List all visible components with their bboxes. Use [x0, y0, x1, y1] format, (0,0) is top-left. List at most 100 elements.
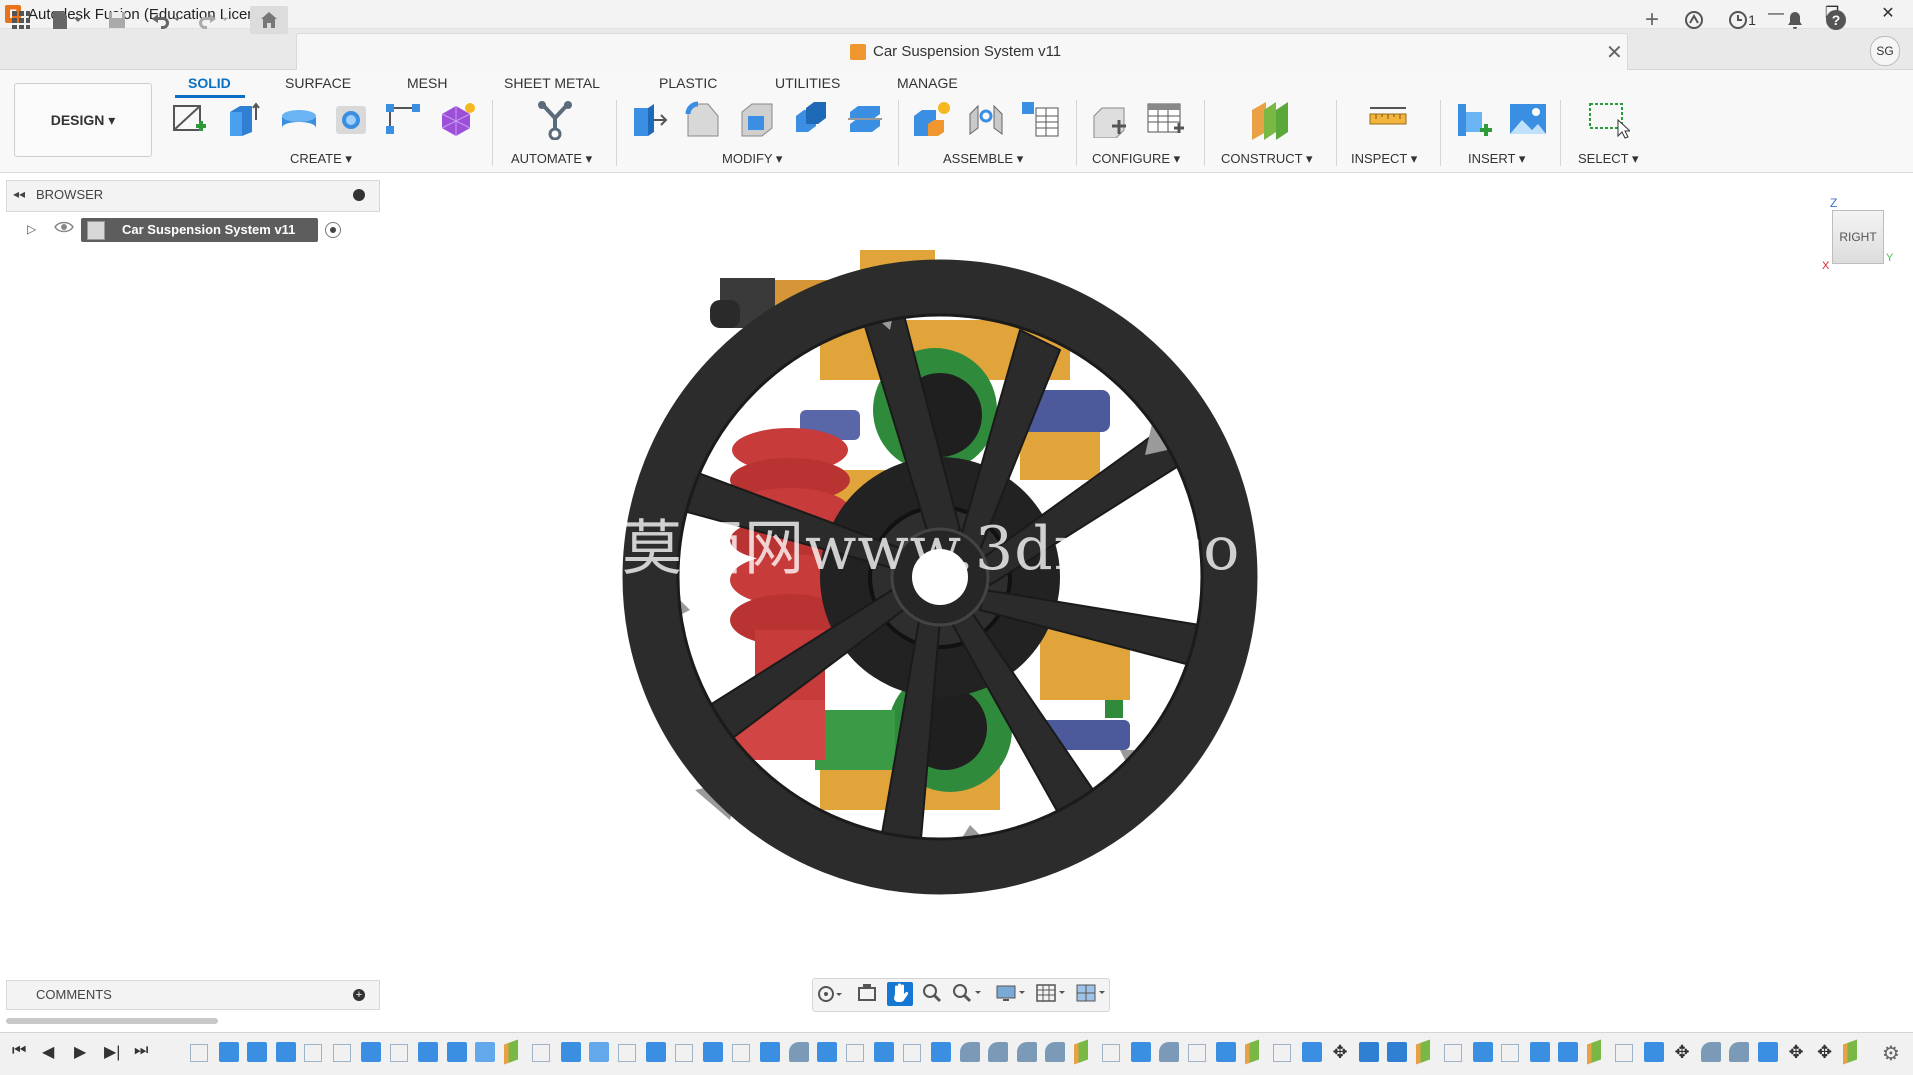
timeline-feature-extrude-icon[interactable]	[1216, 1042, 1236, 1062]
timeline-feature-extrude-icon[interactable]	[1643, 1042, 1664, 1062]
insert-group-label[interactable]: INSERT ▾	[1468, 151, 1525, 167]
construct-group-label[interactable]: CONSTRUCT ▾	[1221, 151, 1313, 167]
create-group-label[interactable]: CREATE ▾	[290, 151, 352, 167]
create-sketch-icon[interactable]	[170, 100, 208, 138]
redo-icon[interactable]	[194, 6, 234, 34]
viewports-icon[interactable]	[1074, 982, 1108, 1006]
shell-icon[interactable]	[738, 100, 776, 138]
zoom-icon[interactable]	[919, 982, 945, 1006]
assemble-group-label[interactable]: ASSEMBLE ▾	[943, 151, 1023, 167]
select-window-icon[interactable]	[1586, 100, 1632, 139]
extrude-icon[interactable]	[224, 100, 262, 138]
timeline-feature-extrude-icon[interactable]	[874, 1042, 894, 1062]
timeline-feature-fillet-icon[interactable]	[988, 1042, 1008, 1062]
timeline-feature-plane-icon[interactable]	[1244, 1039, 1259, 1065]
timeline-feature-sketch-icon[interactable]	[731, 1044, 750, 1062]
timeline-feature-extrude-icon[interactable]	[1130, 1042, 1151, 1062]
timeline-feature-plane-icon[interactable]	[1415, 1039, 1430, 1065]
orbit-icon[interactable]	[816, 982, 842, 1006]
timeline-feature-extrude-icon[interactable]	[1529, 1042, 1550, 1062]
timeline-feature-sketch-icon[interactable]	[532, 1044, 550, 1062]
timeline-feature-plane-icon[interactable]	[1843, 1039, 1857, 1065]
measure-icon[interactable]	[1368, 100, 1408, 138]
timeline-feature-extrude-icon[interactable]	[1301, 1042, 1322, 1062]
fillet-icon[interactable]	[684, 100, 722, 138]
timeline-feature-fillet-icon[interactable]	[1159, 1042, 1179, 1062]
tab-utilities[interactable]: UTILITIES	[775, 75, 840, 91]
tab-solid[interactable]: SOLID	[188, 75, 231, 91]
timeline-feature-extrude-icon[interactable]	[1558, 1042, 1578, 1062]
timeline-feature-extrude-icon[interactable]	[931, 1042, 951, 1062]
timeline-feature-combine-icon[interactable]	[1358, 1042, 1379, 1062]
timeline-feature-extrude-icon[interactable]	[275, 1042, 296, 1062]
select-group-label[interactable]: SELECT ▾	[1578, 151, 1638, 167]
timeline-feature-plane-icon[interactable]	[503, 1039, 518, 1065]
home-icon[interactable]	[250, 6, 288, 34]
timeline-feature-move-icon[interactable]: ✥	[1815, 1042, 1835, 1062]
press-pull-icon[interactable]	[630, 100, 668, 138]
timeline-feature-sketch-icon[interactable]	[190, 1044, 208, 1062]
tab-surface[interactable]: SURFACE	[285, 75, 351, 91]
timeline-feature-sketch-icon[interactable]	[304, 1044, 322, 1062]
timeline-feature-fillet-icon[interactable]	[788, 1042, 809, 1062]
timeline-feature-extrude-icon[interactable]	[646, 1042, 666, 1062]
timeline-feature-sketch-icon[interactable]	[1187, 1044, 1206, 1062]
browser-collapse-button[interactable]: ◂◂	[13, 187, 25, 201]
configure-icon[interactable]	[1090, 100, 1128, 139]
new-tab-plus-icon[interactable]: +	[1638, 6, 1666, 34]
timeline-feature-fillet-icon[interactable]	[1016, 1042, 1037, 1062]
user-avatar[interactable]: SG	[1870, 36, 1900, 66]
undo-icon[interactable]	[146, 6, 186, 34]
notifications-icon[interactable]	[1781, 6, 1809, 34]
tab-mesh[interactable]: MESH	[407, 75, 447, 91]
pan-hand-icon[interactable]	[887, 982, 913, 1006]
tab-manage[interactable]: MANAGE	[897, 75, 958, 91]
timeline-feature-plane-icon[interactable]	[1586, 1039, 1601, 1065]
timeline-first-button[interactable]: ⏮	[12, 1042, 26, 1060]
timeline-feature-move-icon[interactable]: ✥	[1672, 1042, 1692, 1062]
timeline-feature-extrude-icon[interactable]	[760, 1042, 780, 1062]
timeline-feature-track[interactable]: ✥ ✥ ✥ ✥	[190, 1038, 1857, 1068]
viewcube[interactable]: RIGHT	[1832, 210, 1884, 264]
visibility-eye-icon[interactable]	[54, 220, 74, 239]
timeline-feature-extrude-icon[interactable]	[446, 1042, 467, 1062]
timeline-settings-gear-icon[interactable]: ⚙	[1882, 1041, 1900, 1066]
timeline-feature-fillet-icon[interactable]	[1700, 1042, 1721, 1062]
timeline-feature-sketch-icon[interactable]	[617, 1044, 636, 1062]
look-at-icon[interactable]	[854, 982, 880, 1006]
timeline-feature-sketch-icon[interactable]	[845, 1044, 864, 1062]
fit-zoom-icon[interactable]	[950, 982, 984, 1006]
timeline-play-button[interactable]: ▶	[74, 1042, 86, 1062]
timeline-feature-sketch-icon[interactable]	[1273, 1044, 1291, 1062]
timeline-feature-extrude-icon[interactable]	[218, 1042, 239, 1062]
timeline-feature-move-icon[interactable]: ✥	[1786, 1042, 1806, 1062]
split-body-icon[interactable]	[846, 100, 884, 138]
revolve-icon[interactable]	[278, 100, 316, 138]
timeline-last-button[interactable]: ⏭	[134, 1042, 148, 1060]
timeline-feature-extrude-icon[interactable]	[1472, 1042, 1493, 1062]
timeline-feature-fillet-icon[interactable]	[1729, 1042, 1749, 1062]
horizontal-scrollbar[interactable]	[6, 1018, 218, 1024]
timeline-feature-sketch-icon[interactable]	[1501, 1044, 1519, 1062]
configuration-table-icon[interactable]	[1146, 100, 1184, 138]
timeline-feature-draft-icon[interactable]	[1757, 1042, 1778, 1062]
file-icon[interactable]	[48, 6, 86, 34]
grid-settings-icon[interactable]	[1034, 982, 1068, 1006]
automate-group-label[interactable]: AUTOMATE ▾	[511, 151, 592, 167]
configure-group-label[interactable]: CONFIGURE ▾	[1092, 151, 1180, 167]
offset-plane-icon[interactable]	[1250, 100, 1288, 140]
timeline-feature-plane-icon[interactable]	[1073, 1039, 1088, 1065]
timeline-feature-sketch-icon[interactable]	[1444, 1044, 1462, 1062]
timeline-feature-pattern-icon[interactable]	[589, 1042, 609, 1062]
combine-icon[interactable]	[792, 100, 830, 138]
new-component-icon[interactable]	[912, 100, 950, 138]
timeline-feature-move-icon[interactable]: ✥	[1330, 1042, 1350, 1062]
insert-canvas-icon[interactable]	[1508, 100, 1546, 138]
workspace-switcher[interactable]: DESIGN ▾	[14, 83, 152, 157]
save-icon[interactable]	[104, 6, 130, 34]
timeline-feature-extrude-icon[interactable]	[703, 1042, 723, 1062]
timeline-feature-fillet-icon[interactable]	[959, 1042, 980, 1062]
timeline-feature-extrude-icon[interactable]	[560, 1042, 581, 1062]
activate-radio-button[interactable]	[325, 222, 341, 238]
timeline-feature-extrude-icon[interactable]	[361, 1042, 381, 1062]
